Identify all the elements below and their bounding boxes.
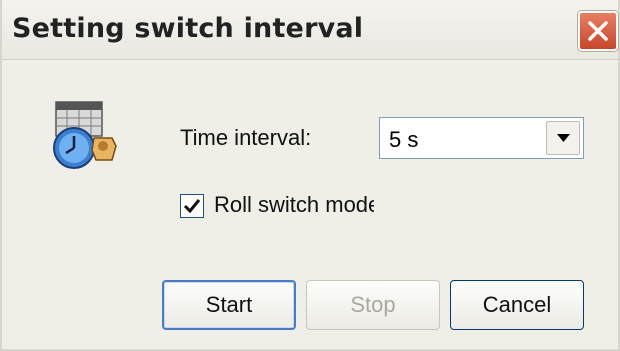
cancel-button[interactable]: Cancel [450,280,584,330]
close-icon [588,21,608,41]
roll-switch-label[interactable]: Roll switch mode [214,192,374,218]
dialog-window: Setting switch interval Time interval: 5… [0,0,620,351]
start-button[interactable]: Start [162,280,296,330]
clock-calendar-icon [53,101,117,169]
close-button[interactable] [578,11,618,51]
stop-button: Stop [306,280,440,330]
title-bar[interactable]: Setting switch interval [2,0,618,60]
time-interval-value: 5 s [389,127,419,152]
window-title: Setting switch interval [12,13,364,44]
time-interval-dropdown-button[interactable] [546,121,580,155]
chevron-down-icon [557,134,570,142]
time-interval-select[interactable]: 5 s [379,117,584,159]
checkmark-icon [183,199,201,214]
roll-switch-checkbox[interactable] [180,194,204,218]
time-interval-label: Time interval: [180,125,312,150]
